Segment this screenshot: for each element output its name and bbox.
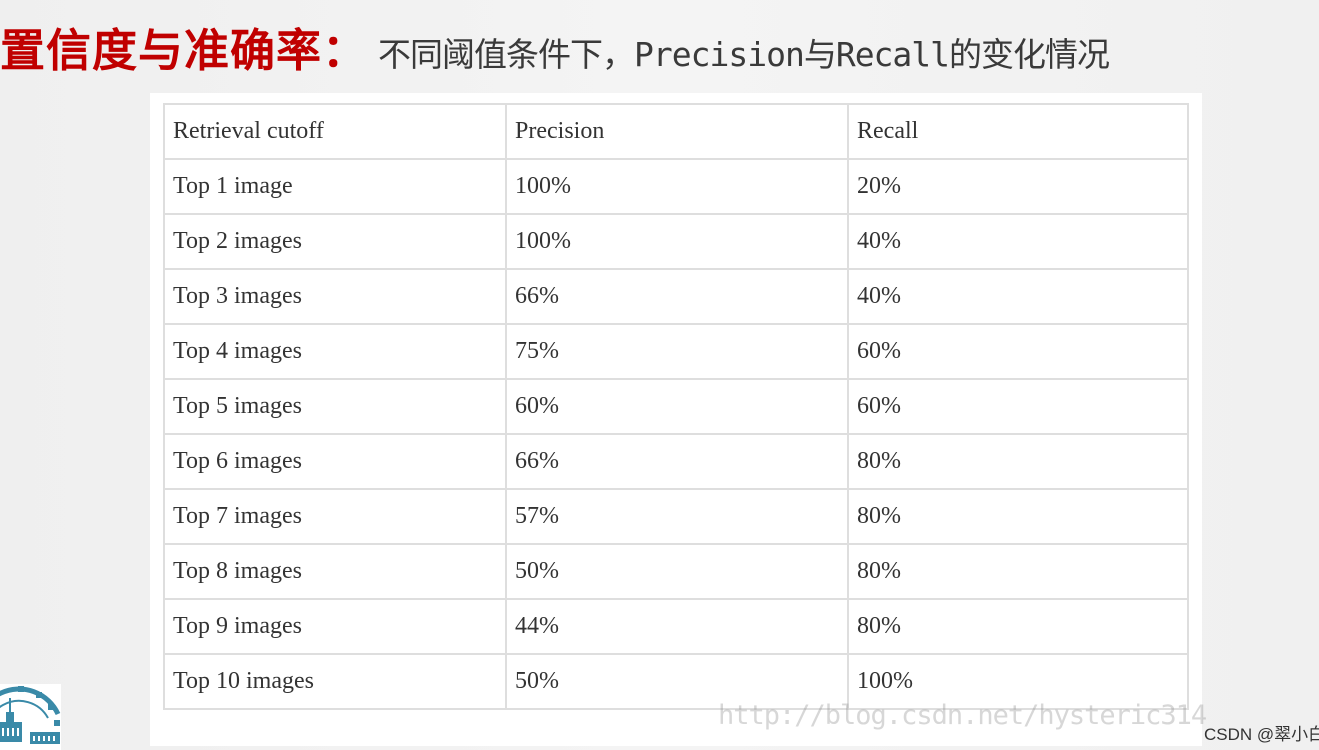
cell-precision: 66% xyxy=(505,268,849,325)
cell-precision: 44% xyxy=(505,598,849,655)
cell-precision: 60% xyxy=(505,378,849,435)
table-panel: Retrieval cutoff Precision Recall Top 1 … xyxy=(150,93,1202,746)
cell-precision: 100% xyxy=(505,158,849,215)
cell-recall: 80% xyxy=(847,543,1189,600)
table-header-row: Retrieval cutoff Precision Recall xyxy=(163,103,1189,160)
cell-retrieval-cutoff: Top 4 images xyxy=(163,323,507,380)
cell-precision: 75% xyxy=(505,323,849,380)
cell-recall: 80% xyxy=(847,488,1189,545)
table-row: Top 7 images 57% 80% xyxy=(163,488,1189,545)
slide-title: 置信度与准确率： 不同阈值条件下，Precision与Recall的变化情况 xyxy=(0,14,1110,84)
header-retrieval-cutoff: Retrieval cutoff xyxy=(163,103,507,160)
cell-precision: 50% xyxy=(505,653,849,710)
cell-recall: 100% xyxy=(847,653,1189,710)
cell-retrieval-cutoff: Top 1 image xyxy=(163,158,507,215)
header-precision: Precision xyxy=(505,103,849,160)
cell-precision: 50% xyxy=(505,543,849,600)
table-row: Top 8 images 50% 80% xyxy=(163,543,1189,600)
cell-retrieval-cutoff: Top 9 images xyxy=(163,598,507,655)
cell-recall: 60% xyxy=(847,323,1189,380)
cell-recall: 20% xyxy=(847,158,1189,215)
table-row: Top 10 images 50% 100% xyxy=(163,653,1189,710)
table-row: Top 4 images 75% 60% xyxy=(163,323,1189,380)
table-row: Top 9 images 44% 80% xyxy=(163,598,1189,655)
cell-recall: 60% xyxy=(847,378,1189,435)
table-row: Top 5 images 60% 60% xyxy=(163,378,1189,435)
cell-retrieval-cutoff: Top 6 images xyxy=(163,433,507,490)
cell-recall: 40% xyxy=(847,268,1189,325)
cell-precision: 66% xyxy=(505,433,849,490)
cell-retrieval-cutoff: Top 10 images xyxy=(163,653,507,710)
cell-retrieval-cutoff: Top 8 images xyxy=(163,543,507,600)
cell-retrieval-cutoff: Top 3 images xyxy=(163,268,507,325)
table-row: Top 6 images 66% 80% xyxy=(163,433,1189,490)
csdn-credit: CSDN @翠小白 xyxy=(1204,725,1319,744)
cell-retrieval-cutoff: Top 5 images xyxy=(163,378,507,435)
university-logo-icon xyxy=(0,684,61,750)
header-recall: Recall xyxy=(847,103,1189,160)
cell-precision: 100% xyxy=(505,213,849,270)
title-main: 置信度与准确率： xyxy=(0,24,369,77)
table-row: Top 3 images 66% 40% xyxy=(163,268,1189,325)
cell-retrieval-cutoff: Top 2 images xyxy=(163,213,507,270)
cell-recall: 80% xyxy=(847,433,1189,490)
title-subtitle: 不同阈值条件下，Precision与Recall的变化情况 xyxy=(378,35,1110,74)
cell-retrieval-cutoff: Top 7 images xyxy=(163,488,507,545)
cell-recall: 40% xyxy=(847,213,1189,270)
precision-recall-table: Retrieval cutoff Precision Recall Top 1 … xyxy=(163,103,1189,710)
cell-recall: 80% xyxy=(847,598,1189,655)
cell-precision: 57% xyxy=(505,488,849,545)
table-row: Top 2 images 100% 40% xyxy=(163,213,1189,270)
table-row: Top 1 image 100% 20% xyxy=(163,158,1189,215)
